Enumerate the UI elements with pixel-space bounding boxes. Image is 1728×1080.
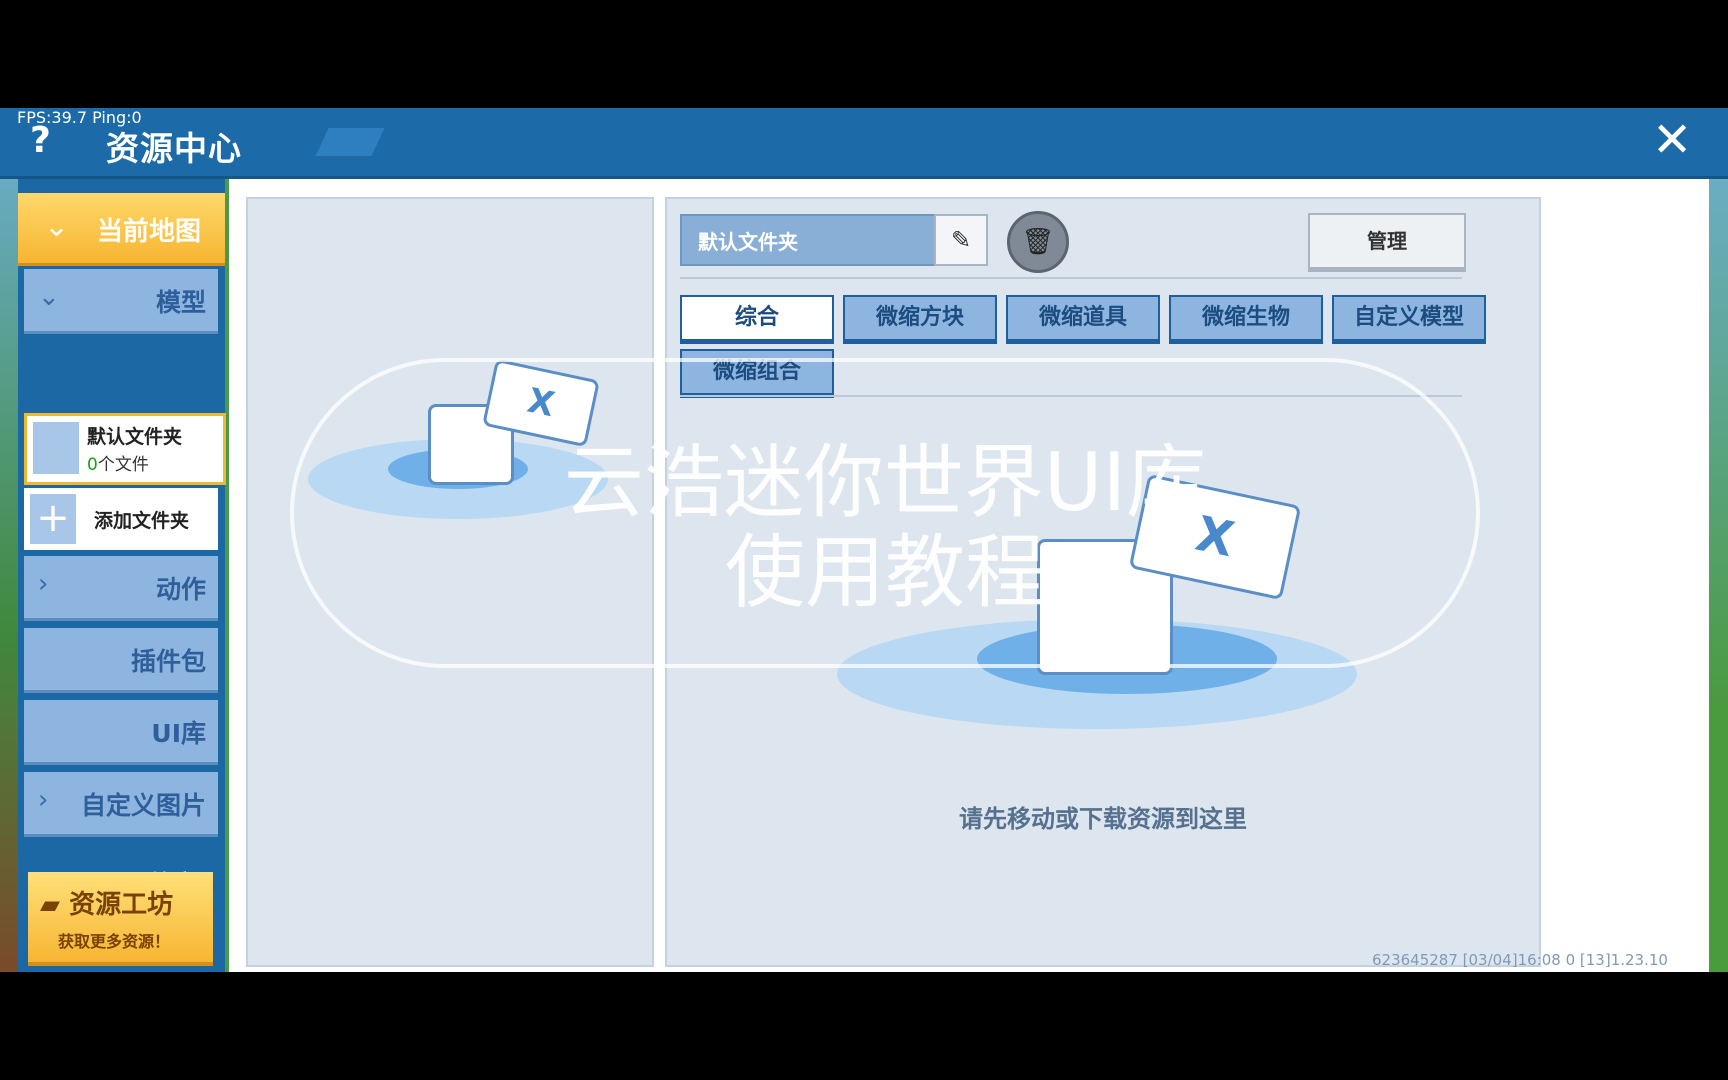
edit-folder-button[interactable]: ✎ bbox=[934, 214, 988, 266]
resource-workshop-button[interactable]: ▰ 资源工坊 获取更多资源！ bbox=[28, 872, 213, 966]
sidebar-item-label: 自定义图片 bbox=[80, 791, 206, 820]
game-background-left bbox=[0, 108, 20, 972]
sidebar-item-custom-image[interactable]: › 自定义图片 bbox=[24, 772, 218, 837]
folder-icon bbox=[33, 422, 79, 474]
sidebar-item-current-map[interactable]: ⌄ 当前地图 bbox=[18, 193, 225, 266]
workshop-title: ▰ 资源工坊 bbox=[40, 890, 174, 920]
trash-icon: 🗑 bbox=[1021, 227, 1055, 257]
main-panel: X 默认文件夹 ✎ 🗑 管理 综合 微缩方块 微缩道具 微缩生物 自定义模型 微… bbox=[229, 179, 1709, 972]
divider bbox=[680, 277, 1462, 279]
sidebar-item-label: 动作 bbox=[155, 575, 206, 604]
chevron-down-icon: ⌄ bbox=[38, 282, 60, 312]
folder-file-count: 0个文件 bbox=[87, 455, 149, 475]
sidebar-item-model[interactable]: ⌄ 模型 bbox=[24, 269, 218, 334]
chevron-right-icon: › bbox=[38, 569, 49, 599]
tab-mini-creature[interactable]: 微缩生物 bbox=[1169, 295, 1323, 341]
tab-mini-prop[interactable]: 微缩道具 bbox=[1006, 295, 1160, 341]
chevron-right-icon: › bbox=[38, 785, 49, 815]
title-decoration bbox=[315, 128, 385, 156]
manage-button[interactable]: 管理 bbox=[1308, 213, 1466, 269]
build-info: 623645287 [03/04]16:08 0 [13]1.23.10 bbox=[1372, 951, 1668, 969]
tab-custom-model[interactable]: 自定义模型 bbox=[1332, 295, 1486, 341]
sidebar: ⌄ 当前地图 ⌄ 模型 默认文件夹 0个文件 + 添加文件夹 › 动作 插件包 … bbox=[18, 179, 226, 972]
tab-mini-block[interactable]: 微缩方块 bbox=[843, 295, 997, 341]
empty-message: 请先移动或下载资源到这里 bbox=[959, 805, 1247, 833]
sidebar-item-label: 模型 bbox=[155, 288, 206, 317]
game-screen: ? 资源中心 ✕ FPS:39.7 Ping:0 ⌄ 当前地图 ⌄ 模型 默认文… bbox=[0, 108, 1728, 972]
add-folder-label: 添加文件夹 bbox=[94, 510, 190, 532]
sidebar-item-action[interactable]: › 动作 bbox=[24, 556, 218, 621]
add-folder-button[interactable]: + 添加文件夹 bbox=[24, 488, 218, 550]
page-title: 资源中心 bbox=[106, 129, 242, 168]
workshop-subtitle: 获取更多资源！ bbox=[58, 932, 171, 951]
plus-icon: + bbox=[30, 494, 76, 544]
close-button[interactable]: ✕ bbox=[1652, 116, 1692, 164]
shop-icon: ▰ bbox=[40, 890, 60, 920]
folder-item-default[interactable]: 默认文件夹 0个文件 bbox=[24, 413, 226, 485]
chevron-down-icon: ⌄ bbox=[44, 209, 70, 244]
fps-readout: FPS:39.7 Ping:0 bbox=[17, 108, 142, 127]
sidebar-item-ui-lib[interactable]: UI库 bbox=[24, 700, 218, 765]
tab-mini-combo[interactable]: 微缩组合 bbox=[680, 349, 834, 395]
delete-folder-button[interactable]: 🗑 bbox=[1007, 211, 1069, 273]
sidebar-item-label: 插件包 bbox=[130, 647, 206, 676]
mascot-illustration-small: X bbox=[308, 349, 608, 539]
game-background-right bbox=[1706, 108, 1728, 972]
sidebar-item-label: UI库 bbox=[151, 719, 206, 748]
divider bbox=[680, 395, 1462, 397]
tab-comprehensive[interactable]: 综合 bbox=[680, 295, 834, 341]
mascot-illustration: X bbox=[837, 449, 1357, 749]
sidebar-item-plugin[interactable]: 插件包 bbox=[24, 628, 218, 693]
folder-name-field[interactable]: 默认文件夹 bbox=[680, 214, 938, 266]
preview-pane: X bbox=[246, 197, 654, 967]
pencil-icon: ✎ bbox=[950, 226, 972, 254]
content-pane: 默认文件夹 ✎ 🗑 管理 综合 微缩方块 微缩道具 微缩生物 自定义模型 微缩组… bbox=[665, 197, 1541, 967]
sidebar-item-label: 当前地图 bbox=[96, 217, 201, 247]
folder-name: 默认文件夹 bbox=[87, 426, 183, 448]
title-bar: ? 资源中心 ✕ FPS:39.7 Ping:0 bbox=[0, 108, 1728, 179]
